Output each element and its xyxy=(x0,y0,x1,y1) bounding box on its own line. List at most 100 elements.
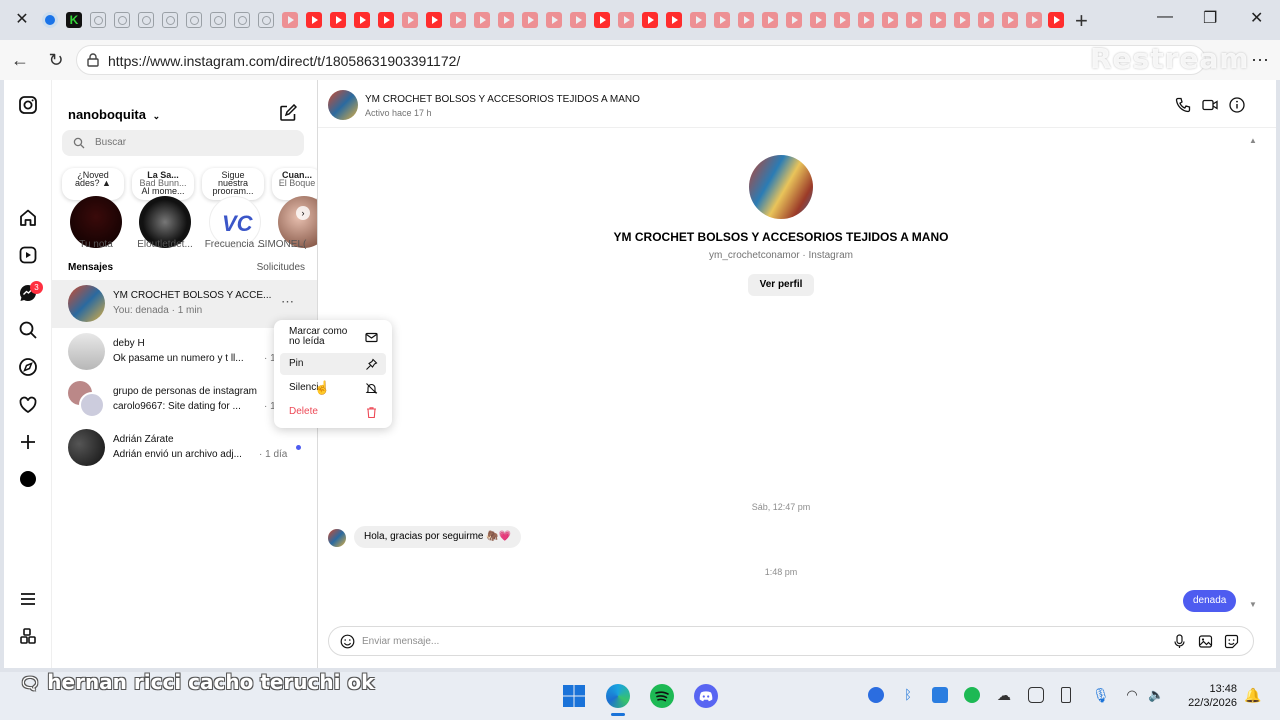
minimize-button[interactable]: — xyxy=(1157,8,1173,26)
tab-favicon-globe[interactable] xyxy=(210,12,226,28)
close-tab-button[interactable]: ✕ xyxy=(12,10,32,30)
tab-favicon-youtube[interactable] xyxy=(810,12,826,28)
spotify-icon[interactable] xyxy=(650,684,674,708)
tab-favicon-youtube[interactable] xyxy=(930,12,946,28)
tab-favicon-youtube[interactable] xyxy=(450,12,466,28)
discord-icon[interactable] xyxy=(694,684,718,708)
search-input[interactable]: Buscar xyxy=(62,130,304,156)
tab-favicon-youtube[interactable] xyxy=(402,12,418,28)
spotify-tray-icon[interactable] xyxy=(964,687,980,703)
note-bubble[interactable]: Cuan... El Boque xyxy=(272,168,317,200)
message-input-placeholder[interactable]: Enviar mensaje... xyxy=(362,636,439,647)
tab-favicon-youtube[interactable] xyxy=(330,12,346,28)
tab-favicon-youtube[interactable] xyxy=(954,12,970,28)
menu-hamburger-icon[interactable] xyxy=(18,589,38,609)
tab-favicon-kick[interactable]: K xyxy=(66,12,82,28)
tab-favicon-youtube[interactable] xyxy=(642,12,658,28)
tab-favicon-youtube[interactable] xyxy=(882,12,898,28)
incoming-message[interactable]: Hola, gracias por seguirme 🦣💗 xyxy=(354,526,522,548)
windows-start-icon[interactable] xyxy=(562,684,586,708)
site-info-icon[interactable] xyxy=(87,53,99,67)
tab-favicon-youtube[interactable] xyxy=(666,12,682,28)
tab-favicon-youtube[interactable] xyxy=(714,12,730,28)
tab-favicon-youtube[interactable] xyxy=(834,12,850,28)
tab-favicon-youtube[interactable] xyxy=(306,12,322,28)
edge-browser-icon[interactable] xyxy=(606,684,630,708)
image-upload-icon[interactable] xyxy=(1198,634,1213,649)
tab-favicon-youtube[interactable] xyxy=(522,12,538,28)
more-options-icon[interactable]: ⋯ xyxy=(281,294,294,310)
tab-favicon-globe[interactable] xyxy=(258,12,274,28)
reels-icon[interactable] xyxy=(18,245,38,265)
threads-apps-icon[interactable] xyxy=(18,626,38,646)
tab-favicon-edge[interactable] xyxy=(42,12,58,28)
restore-button[interactable]: ❐ xyxy=(1203,8,1217,28)
tab-favicon-youtube[interactable] xyxy=(690,12,706,28)
tab-favicon-youtube[interactable] xyxy=(474,12,490,28)
conversation-info-icon[interactable] xyxy=(1229,97,1245,113)
volume-icon[interactable]: 🔈 xyxy=(1148,687,1164,703)
sender-avatar[interactable] xyxy=(328,529,346,547)
tab-favicon-youtube[interactable] xyxy=(594,12,610,28)
new-message-icon[interactable] xyxy=(279,104,297,122)
tab-favicon-youtube[interactable] xyxy=(282,12,298,28)
chat-title[interactable]: YM CROCHET BOLSOS Y ACCESORIOS TEJIDOS A… xyxy=(365,94,640,105)
tab-favicon-youtube[interactable] xyxy=(738,12,754,28)
tray-app-icon[interactable] xyxy=(868,687,884,703)
chevron-right-icon[interactable]: › xyxy=(296,206,310,220)
microphone-icon[interactable] xyxy=(1172,634,1187,649)
video-call-icon[interactable] xyxy=(1202,97,1218,113)
account-switcher[interactable]: nanoboquita ⌄ xyxy=(68,107,160,122)
tab-favicon-globe[interactable] xyxy=(138,12,154,28)
scroll-down-arrow-icon[interactable]: ▼ xyxy=(1249,600,1257,609)
tab-favicon-youtube[interactable] xyxy=(858,12,874,28)
tab-favicon-globe[interactable] xyxy=(114,12,130,28)
gamepad-icon[interactable] xyxy=(1028,687,1044,703)
outgoing-message[interactable]: denada xyxy=(1183,590,1237,612)
tab-favicon-globe[interactable] xyxy=(234,12,250,28)
tab-favicon-youtube[interactable] xyxy=(378,12,394,28)
tab-favicon-youtube[interactable] xyxy=(354,12,370,28)
tab-favicon-youtube[interactable] xyxy=(1048,12,1064,28)
create-plus-icon[interactable] xyxy=(18,432,38,452)
onedrive-cloud-icon[interactable]: ☁ xyxy=(996,687,1012,703)
instagram-logo-icon[interactable] xyxy=(18,95,38,115)
more-menu-icon[interactable]: ⋯ xyxy=(1249,49,1271,71)
usb-drive-icon[interactable] xyxy=(1061,687,1071,703)
microphone-tray-icon[interactable]: 🎙 xyxy=(1092,687,1110,703)
message-composer[interactable]: Enviar mensaje... xyxy=(328,626,1254,656)
refresh-icon[interactable]: ↻ xyxy=(45,49,67,71)
tab-favicon-youtube[interactable] xyxy=(570,12,586,28)
tab-favicon-globe[interactable] xyxy=(186,12,202,28)
bluetooth-icon[interactable]: ᛒ xyxy=(900,687,916,703)
tab-favicon-youtube[interactable] xyxy=(762,12,778,28)
url-text[interactable]: https://www.instagram.com/direct/t/18058… xyxy=(108,53,460,69)
tab-favicon-youtube[interactable] xyxy=(498,12,514,28)
tab-favicon-globe[interactable] xyxy=(162,12,178,28)
scroll-up-arrow-icon[interactable]: ▲ xyxy=(1249,136,1257,145)
notification-bell-icon[interactable]: 🔔 xyxy=(1244,687,1261,703)
chat-avatar[interactable] xyxy=(328,90,358,120)
tab-favicon-youtube[interactable] xyxy=(978,12,994,28)
requests-link[interactable]: Solicitudes xyxy=(257,262,305,273)
home-icon[interactable] xyxy=(18,208,38,228)
tab-favicon-youtube[interactable] xyxy=(546,12,562,28)
sticker-icon[interactable] xyxy=(1224,634,1239,649)
tab-favicon-youtube[interactable] xyxy=(906,12,922,28)
profile-avatar-large[interactable] xyxy=(749,155,813,219)
address-bar[interactable]: https://www.instagram.com/direct/t/18058… xyxy=(76,45,1206,75)
conversation-item[interactable]: Adrián Zárate Adrián envió un archivo ad… xyxy=(52,424,317,472)
tab-favicon-youtube[interactable] xyxy=(618,12,634,28)
phone-call-icon[interactable] xyxy=(1175,97,1191,113)
back-icon[interactable]: ← xyxy=(9,49,31,71)
tab-favicon-youtube[interactable] xyxy=(1002,12,1018,28)
view-profile-button[interactable]: Ver perfil xyxy=(748,274,814,296)
notifications-heart-icon[interactable] xyxy=(18,395,38,415)
explore-icon[interactable] xyxy=(18,357,38,377)
wifi-icon[interactable]: ◠ xyxy=(1124,687,1140,703)
profile-avatar[interactable] xyxy=(20,471,36,487)
close-window-button[interactable]: ✕ xyxy=(1250,8,1263,28)
security-shield-icon[interactable] xyxy=(932,687,948,703)
search-icon[interactable] xyxy=(18,320,38,340)
tab-favicon-youtube[interactable] xyxy=(786,12,802,28)
